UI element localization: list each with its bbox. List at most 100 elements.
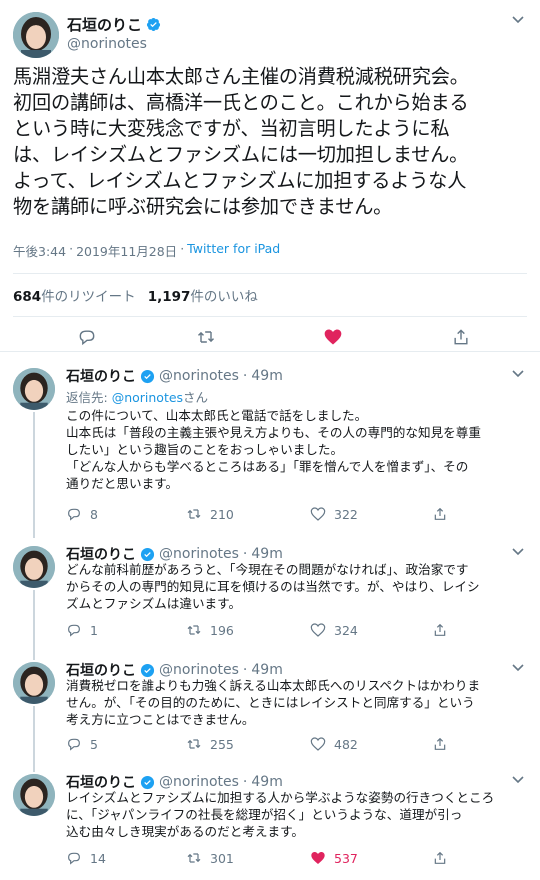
retweet-icon <box>187 509 201 519</box>
reply-to: 返信先: @norinotesさん <box>66 387 208 406</box>
like-action[interactable]: 322 <box>310 506 358 522</box>
reply-header: 石垣のりこ @norinotes · 49m <box>66 366 283 386</box>
likes-stat[interactable]: 1,197件のいいね <box>148 285 258 305</box>
share-icon <box>434 851 446 864</box>
reply-to-mention[interactable]: @norinotes <box>112 390 183 405</box>
chevron-down-icon[interactable] <box>511 14 525 28</box>
user-handle[interactable]: @norinotes <box>159 546 239 562</box>
likes-label: 件のいいね <box>190 289 258 305</box>
retweet-count: 210 <box>210 506 234 522</box>
chevron-down-icon[interactable] <box>511 368 525 382</box>
retweets-label: 件のリツイート <box>41 289 136 305</box>
likes-count: 1,197 <box>147 289 191 305</box>
chevron-down-icon[interactable] <box>511 546 525 560</box>
reply-to-prefix: 返信先: <box>66 390 112 405</box>
like-heart-icon[interactable] <box>323 327 343 347</box>
tweet-time[interactable]: 49m <box>251 546 282 562</box>
tweet-actions: 8 210 322 <box>66 506 526 526</box>
tweet-text: この件について、山本太郎氏と電話で話をしました。 山本氏は「普段の主義主張や見え… <box>66 408 481 491</box>
retweet-icon[interactable] <box>196 327 216 347</box>
avatar[interactable] <box>13 546 55 588</box>
like-heart-icon <box>310 507 326 521</box>
retweet-action[interactable]: 301 <box>186 850 234 866</box>
tweet-actions: 14 301 537 <box>66 850 526 870</box>
share-action[interactable] <box>432 506 448 522</box>
tweet-time[interactable]: 49m <box>251 662 282 678</box>
chevron-down-icon[interactable] <box>511 662 525 676</box>
tweet-time[interactable]: 49m <box>251 774 282 790</box>
retweets-stat[interactable]: 684件のリツイート <box>13 285 136 305</box>
user-handle[interactable]: @norinotes <box>159 662 239 678</box>
avatar[interactable] <box>13 774 55 816</box>
reply-count: 14 <box>90 850 106 866</box>
reply-action[interactable]: 8 <box>66 506 98 522</box>
meta-separator: · <box>242 774 248 790</box>
meta-separator: · <box>242 546 248 562</box>
like-action[interactable]: 324 <box>310 622 358 638</box>
retweet-action[interactable]: 196 <box>186 622 234 638</box>
tweet-text: どんな前科前歴があろうと、「今現在その問題がなければ」、政治家です からその人の… <box>66 562 480 611</box>
reply-tweet[interactable]: 石垣のりこ @norinotes · 49m 返信先: @norinotesさん… <box>0 360 540 538</box>
tweet-stats: 684件のリツイート 1,197件のいいね <box>13 273 527 317</box>
tweet-text: 馬淵澄夫さん山本太郎さん主催の消費税減税研究会。 初回の講師は、高橋洋一氏とのこ… <box>13 65 469 218</box>
like-count: 324 <box>334 622 358 638</box>
verified-badge-icon <box>146 18 161 31</box>
reply-icon <box>68 508 80 521</box>
tweet-meta: 午後3:44 · 2019年11月28日 · Twitter for iPad <box>13 241 280 260</box>
verified-badge-icon <box>140 775 155 789</box>
reply-action[interactable]: 14 <box>66 850 106 866</box>
retweet-action[interactable]: 255 <box>186 736 234 752</box>
verified-badge-icon <box>140 663 155 677</box>
reply-tweet[interactable]: 石垣のりこ @norinotes · 49m 消費税ゼロを誰よりも力強く訴える山… <box>0 654 540 772</box>
like-heart-icon <box>310 623 326 637</box>
verified-badge-icon <box>140 369 155 383</box>
reply-tweet[interactable]: 石垣のりこ @norinotes · 49m どんな前科前歴があろうと、「今現在… <box>0 538 540 660</box>
meta-separator: · <box>69 241 74 256</box>
reply-action[interactable]: 1 <box>66 622 98 638</box>
reply-icon <box>68 852 80 865</box>
like-action[interactable]: 537 <box>310 850 358 866</box>
reply-icon[interactable] <box>77 327 97 347</box>
user-handle[interactable]: @norinotes <box>159 774 239 790</box>
main-tweet: 石垣のりこ @norinotes 馬淵澄夫さん山本太郎さん主催の消費税減税研究会… <box>0 0 540 352</box>
avatar[interactable] <box>13 662 55 704</box>
share-icon <box>434 623 446 636</box>
tweet-time[interactable]: 午後3:44 <box>13 241 66 260</box>
reply-action[interactable]: 5 <box>66 736 98 752</box>
thread-line <box>33 590 35 660</box>
verified-badge-icon <box>140 547 155 561</box>
retweet-count: 301 <box>210 850 234 866</box>
share-action[interactable] <box>432 622 448 638</box>
user-name-text[interactable]: 石垣のりこ <box>67 14 142 35</box>
meta-separator: · <box>242 662 248 678</box>
user-name[interactable]: 石垣のりこ <box>67 14 161 35</box>
avatar[interactable] <box>13 368 55 410</box>
thread-line <box>33 412 35 538</box>
like-count: 322 <box>334 506 358 522</box>
tweet-date[interactable]: 2019年11月28日 <box>76 241 177 260</box>
avatar[interactable] <box>13 12 59 58</box>
user-handle[interactable]: @norinotes <box>159 368 239 384</box>
tweet-actions: 1 196 324 <box>66 622 526 642</box>
tweet-time[interactable]: 49m <box>251 368 282 384</box>
reply-icon <box>68 624 80 637</box>
like-action[interactable]: 482 <box>310 736 358 752</box>
share-action[interactable] <box>432 736 448 752</box>
share-icon <box>434 507 446 520</box>
retweet-icon <box>187 739 201 749</box>
user-handle[interactable]: @norinotes <box>67 36 147 52</box>
share-action[interactable] <box>432 850 448 866</box>
retweet-action[interactable]: 210 <box>186 506 234 522</box>
like-count: 482 <box>334 736 358 752</box>
retweet-count: 196 <box>210 622 234 638</box>
retweet-icon <box>187 625 201 635</box>
tweet-text: レイシズムとファシズムに加担する人から学ぶような姿勢の行きつくところ に、「ジャ… <box>66 790 495 839</box>
like-count: 537 <box>334 850 358 866</box>
share-icon[interactable] <box>451 327 471 347</box>
chevron-down-icon[interactable] <box>511 774 525 788</box>
reply-tweet[interactable]: 石垣のりこ @norinotes · 49m レイシズムとファシズムに加担する人… <box>0 766 540 880</box>
like-heart-icon <box>310 737 326 751</box>
meta-separator: · <box>242 368 248 384</box>
tweet-source-link[interactable]: Twitter for iPad <box>187 241 280 260</box>
user-name[interactable]: 石垣のりこ <box>66 366 136 386</box>
